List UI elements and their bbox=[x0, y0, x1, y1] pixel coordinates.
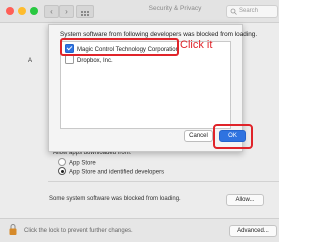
radio-label: App Store and identified developers bbox=[69, 169, 165, 176]
annotation-label: Click it bbox=[180, 39, 213, 51]
radio-app-store-identified[interactable]: App Store and identified developers bbox=[58, 167, 165, 176]
security-privacy-window: ‹ › Security & Privacy Search A Allow ap… bbox=[0, 0, 279, 242]
blocked-software-message: Some system software was blocked from lo… bbox=[49, 196, 181, 202]
search-field[interactable]: Search bbox=[226, 5, 278, 18]
minimize-window-button[interactable] bbox=[18, 7, 26, 15]
annotation-highlight-box bbox=[60, 38, 179, 56]
advanced-button[interactable]: Advanced... bbox=[229, 225, 277, 237]
list-item[interactable]: Dropbox, Inc. bbox=[65, 55, 113, 65]
allow-button[interactable]: Allow... bbox=[226, 194, 264, 206]
radio-app-store[interactable]: App Store bbox=[58, 158, 96, 167]
show-all-button[interactable] bbox=[76, 5, 94, 18]
chevron-right-icon: › bbox=[65, 7, 68, 16]
obscured-text: A bbox=[28, 58, 33, 64]
radio-label: App Store bbox=[69, 160, 96, 167]
search-placeholder: Search bbox=[239, 8, 259, 14]
close-window-button[interactable] bbox=[6, 7, 14, 15]
dialog-message: System software from following developer… bbox=[60, 31, 258, 38]
checkbox[interactable] bbox=[65, 55, 74, 64]
ok-annotation-outline bbox=[213, 124, 253, 149]
cancel-button[interactable]: Cancel bbox=[184, 130, 213, 142]
lock-icon[interactable] bbox=[8, 223, 18, 236]
radio-button-selected[interactable] bbox=[58, 167, 66, 175]
list-item-label: Dropbox, Inc. bbox=[77, 58, 113, 65]
zoom-window-button[interactable] bbox=[30, 7, 38, 15]
back-button[interactable]: ‹ bbox=[44, 5, 59, 18]
bottom-bar: Click the lock to prevent further change… bbox=[0, 218, 279, 242]
divider bbox=[48, 181, 279, 182]
chevron-left-icon: ‹ bbox=[50, 7, 53, 16]
forward-button[interactable]: › bbox=[59, 5, 74, 18]
title-bar: ‹ › Security & Privacy Search bbox=[0, 0, 279, 23]
lock-text: Click the lock to prevent further change… bbox=[24, 228, 133, 234]
search-icon bbox=[230, 8, 237, 15]
grid-icon bbox=[81, 11, 89, 16]
radio-button[interactable] bbox=[58, 158, 66, 166]
window-title: Security & Privacy bbox=[148, 5, 202, 12]
